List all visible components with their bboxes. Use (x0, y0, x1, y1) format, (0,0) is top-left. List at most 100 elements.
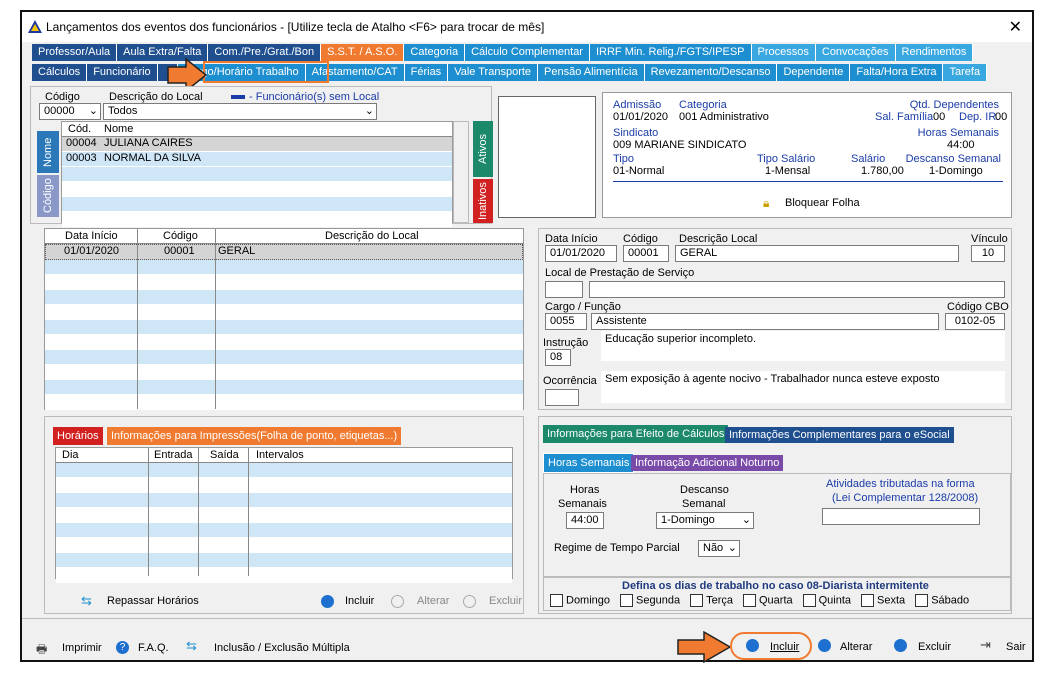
incluir-button[interactable]: Incluir (770, 641, 799, 653)
edit-icon (391, 595, 404, 608)
tab-tabs_top-4[interactable]: Categoria (404, 44, 466, 61)
empty-row (56, 568, 512, 583)
regime-select[interactable]: Não ⌄ (698, 540, 740, 557)
empty-row (45, 320, 523, 335)
tab-tabs_bottom-7[interactable]: Pensão Alimentícia (538, 64, 645, 81)
tab-efeito-calculos[interactable]: Informações para Efeito de Cálculos (543, 425, 729, 443)
horarios-alterar-button[interactable]: Alterar (417, 595, 449, 607)
close-button[interactable]: ✕ (1009, 17, 1022, 37)
tab-tabs_top-2[interactable]: Com./Pre./Grat./Bon (208, 44, 322, 61)
alterar-button[interactable]: Alterar (840, 641, 872, 653)
tab-tabs_bottom-5[interactable]: Férias (404, 64, 449, 81)
tipo-salario-label: Tipo Salário (757, 153, 816, 165)
imprimir-button[interactable]: Imprimir (62, 642, 102, 654)
dia-label: Sexta (877, 594, 906, 607)
employee-cod: 00004 (66, 137, 97, 149)
dia-checkbox-1[interactable]: Segunda (620, 594, 680, 607)
employee-grid: Cód. Nome 00004 JULIANA CAIRES 00003 NORMAL… (61, 121, 453, 227)
codigo-field[interactable]: 00001 (623, 245, 669, 262)
tab-tabs_top-5[interactable]: Cálculo Complementar (465, 44, 590, 61)
app-triangle-icon (28, 20, 42, 33)
dias-trabalho-section: Defina os dias de trabalho no caso 08-Di… (543, 577, 1011, 611)
local-detail-panel: Data Início 01/01/2020 Código 00001 Desc… (538, 228, 1012, 410)
faq-button[interactable]: F.A.Q. (138, 642, 169, 654)
instrucao-field[interactable]: 08 (545, 349, 571, 366)
tab-horas-semanais[interactable]: Horas Semanais (543, 453, 635, 473)
empty-row (45, 350, 523, 365)
sair-button[interactable]: Sair (1006, 641, 1026, 653)
excluir-button[interactable]: Excluir (918, 641, 951, 653)
dia-checkbox-4[interactable]: Quinta (802, 594, 851, 607)
col-nome-header: Nome (104, 123, 134, 135)
horarios-excluir-button[interactable]: Excluir (489, 595, 522, 607)
tab-tabs_bottom-10[interactable]: Falta/Hora Extra (850, 64, 944, 81)
table-row[interactable]: 00003 NORMAL DA SILVA (62, 152, 452, 167)
local-prestacao-code-field[interactable] (545, 281, 583, 298)
inclusao-exclusao-multipla-button[interactable]: Inclusão / Exclusão Múltipla (214, 642, 350, 654)
side-tab-codigo[interactable]: Código (37, 175, 59, 217)
tab-horarios[interactable]: Horários (53, 427, 103, 445)
col-cod-header: Cód. (68, 123, 92, 135)
side-tab-nome[interactable]: Nome (37, 131, 59, 173)
tipo-salario-value: 1-Mensal (765, 165, 811, 177)
dia-checkbox-5[interactable]: Sexta (861, 594, 905, 607)
lei-complementar-label: (Lei Complementar 128/2008) (832, 492, 979, 504)
codigo-cbo-field[interactable]: 0102-05 (945, 313, 1005, 330)
dia-checkbox-2[interactable]: Terça (690, 594, 733, 607)
tab-tabs_bottom-8[interactable]: Revezamento/Descanso (644, 64, 778, 81)
employee-scrollbar[interactable] (453, 121, 469, 223)
descricao-local-field[interactable]: GERAL (675, 245, 959, 262)
tab-tabs_bottom-11[interactable]: Tarefa (943, 64, 988, 81)
empty-row (62, 212, 452, 227)
descricao-select[interactable]: Todos ⌄ (103, 103, 377, 120)
tab-tabs_bottom-1[interactable]: Funcionário (87, 64, 158, 81)
dia-checkbox-3[interactable]: Quarta (742, 594, 793, 607)
dia-checkbox-6[interactable]: Sábado (915, 594, 969, 607)
table-row[interactable]: 01/01/2020 00001 GERAL (45, 244, 523, 260)
bloquear-folha-button[interactable]: Bloquear Folha (785, 197, 860, 209)
atividades-field[interactable] (822, 508, 980, 525)
vinculo-field[interactable]: 10 (971, 245, 1005, 262)
dep-ir-label: Dep. IR. (959, 111, 1000, 123)
table-row[interactable]: 00004 JULIANA CAIRES (62, 137, 452, 152)
printer-icon: 🖶 (36, 642, 48, 656)
categoria-value: 001 Administrativo (679, 111, 769, 123)
tab-tabs_top-6[interactable]: IRRF Min. Relig./FGTS/IPESP (589, 44, 752, 61)
categoria-label: Categoria (679, 99, 727, 111)
data-inicio-field[interactable]: 01/01/2020 (545, 245, 617, 262)
dependentes-label: Qtd. Dependentes (909, 99, 999, 111)
cargo-desc-field[interactable]: Assistente (591, 313, 939, 330)
tab-informacoes-esocial[interactable]: Informações Complementares para o eSocia… (725, 427, 954, 443)
ocorrencia-label: Ocorrência (543, 375, 597, 387)
dia-checkbox-0[interactable]: Domingo (550, 594, 610, 607)
tab-ativos[interactable]: Ativos (473, 121, 493, 177)
tipo-value: 01-Normal (613, 165, 665, 177)
codigo-select[interactable]: 00000 ⌄ (39, 103, 101, 120)
local-prestacao-label: Local de Prestação de Serviço (545, 267, 695, 279)
dia-label: Sábado (931, 594, 970, 607)
photo-box (498, 96, 596, 218)
tab-tabs_top-7[interactable]: Processos (751, 44, 816, 61)
tab-tabs_bottom-6[interactable]: Vale Transporte (448, 64, 539, 81)
tab-tabs_top-8[interactable]: Convocações (815, 44, 896, 61)
active-tab-highlight (203, 61, 329, 83)
tab-tabs_top-9[interactable]: Rendimentos (895, 44, 974, 61)
tab-tabs_bottom-0[interactable]: Cálculos (32, 64, 88, 81)
tab-adicional-noturno[interactable]: Informação Adicional Noturno (631, 455, 784, 471)
horas-semanais-field[interactable]: 44:00 (566, 512, 604, 529)
cargo-code-field[interactable]: 0055 (545, 313, 587, 330)
empty-row (56, 553, 512, 568)
horas-semanais-label: Horas Semanais (917, 127, 999, 139)
descanso-semanal-select[interactable]: 1-Domingo ⌄ (656, 512, 754, 529)
tab-inativos[interactable]: Inativos (473, 179, 493, 223)
repassar-horarios-button[interactable]: Repassar Horários (107, 595, 199, 607)
ocorrencia-field[interactable] (545, 389, 579, 406)
tab-informacoes-impressoes[interactable]: Informações para Impressões(Folha de pon… (107, 427, 402, 445)
location-codigo: 00001 (164, 245, 195, 257)
tab-tabs_bottom-9[interactable]: Dependente (777, 64, 851, 81)
horarios-incluir-button[interactable]: Incluir (345, 595, 374, 607)
exit-icon: ⇥ (980, 637, 991, 652)
tab-tabs_top-0[interactable]: Professor/Aula (32, 44, 118, 61)
tab-tabs_top-3[interactable]: S.S.T. / A.S.O. (321, 44, 405, 61)
local-prestacao-desc-field[interactable] (589, 281, 1005, 298)
